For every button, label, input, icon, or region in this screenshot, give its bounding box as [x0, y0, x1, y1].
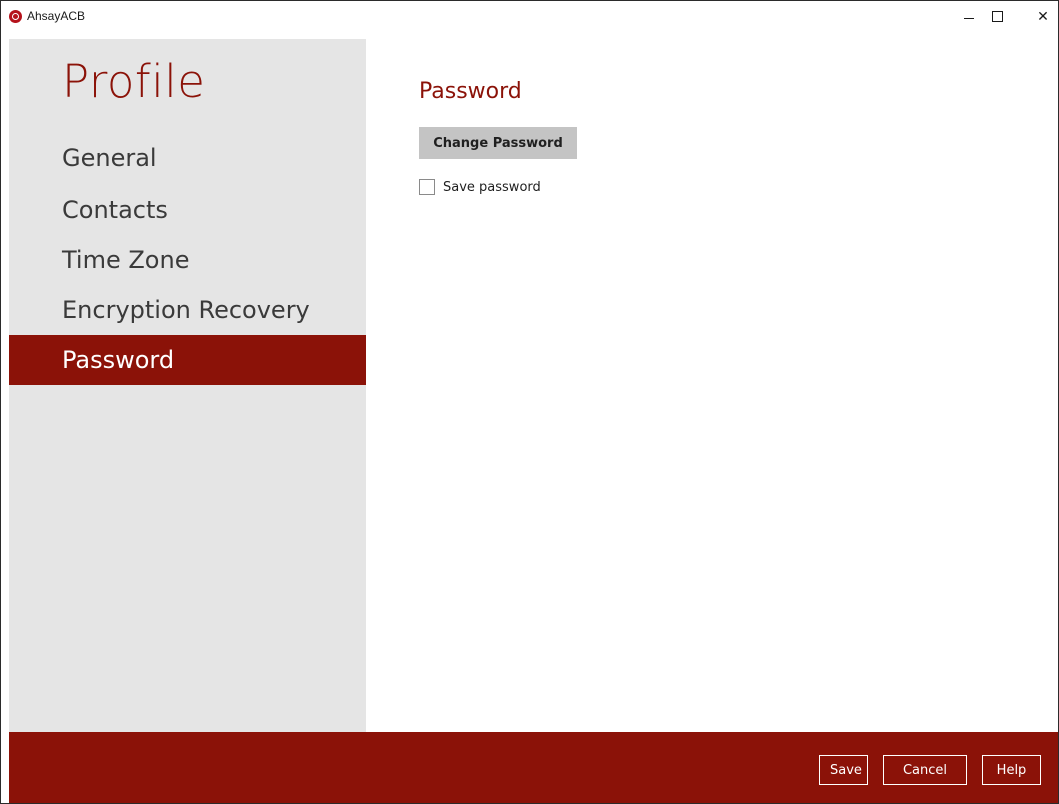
close-icon: ✕	[1037, 7, 1049, 24]
save-password-checkbox[interactable]	[419, 179, 435, 195]
save-password-option[interactable]: Save password	[419, 179, 541, 195]
help-button[interactable]: Help	[982, 755, 1041, 785]
close-button[interactable]: ✕	[1025, 1, 1058, 31]
sidebar-item-password[interactable]: Password	[9, 335, 366, 385]
window-title: AhsayACB	[27, 9, 86, 23]
maximize-icon	[991, 10, 1003, 22]
cancel-button[interactable]: Cancel	[883, 755, 967, 785]
maximize-button[interactable]	[979, 1, 1015, 31]
title-bar: AhsayACB ✕	[1, 1, 1058, 39]
save-button[interactable]: Save	[819, 755, 868, 785]
minimize-icon	[964, 17, 974, 19]
sidebar-item-encryption-recovery[interactable]: Encryption Recovery	[9, 285, 366, 335]
save-password-label: Save password	[443, 179, 541, 195]
app-logo-icon	[9, 10, 22, 23]
section-title: Password	[419, 79, 522, 104]
sidebar-item-time-zone[interactable]: Time Zone	[9, 235, 366, 285]
sidebar-item-contacts[interactable]: Contacts	[9, 185, 366, 235]
change-password-button[interactable]: Change Password	[419, 127, 577, 159]
sidebar: Profile General Contacts Time Zone Encry…	[9, 39, 366, 732]
main-content: Password Change Password Save password	[366, 39, 1058, 732]
page-title: Profile	[62, 55, 206, 108]
app-window: AhsayACB ✕ Profile General Contacts Time…	[0, 0, 1059, 804]
sidebar-item-general[interactable]: General	[9, 133, 366, 183]
footer-bar: Save Cancel Help	[9, 732, 1058, 803]
